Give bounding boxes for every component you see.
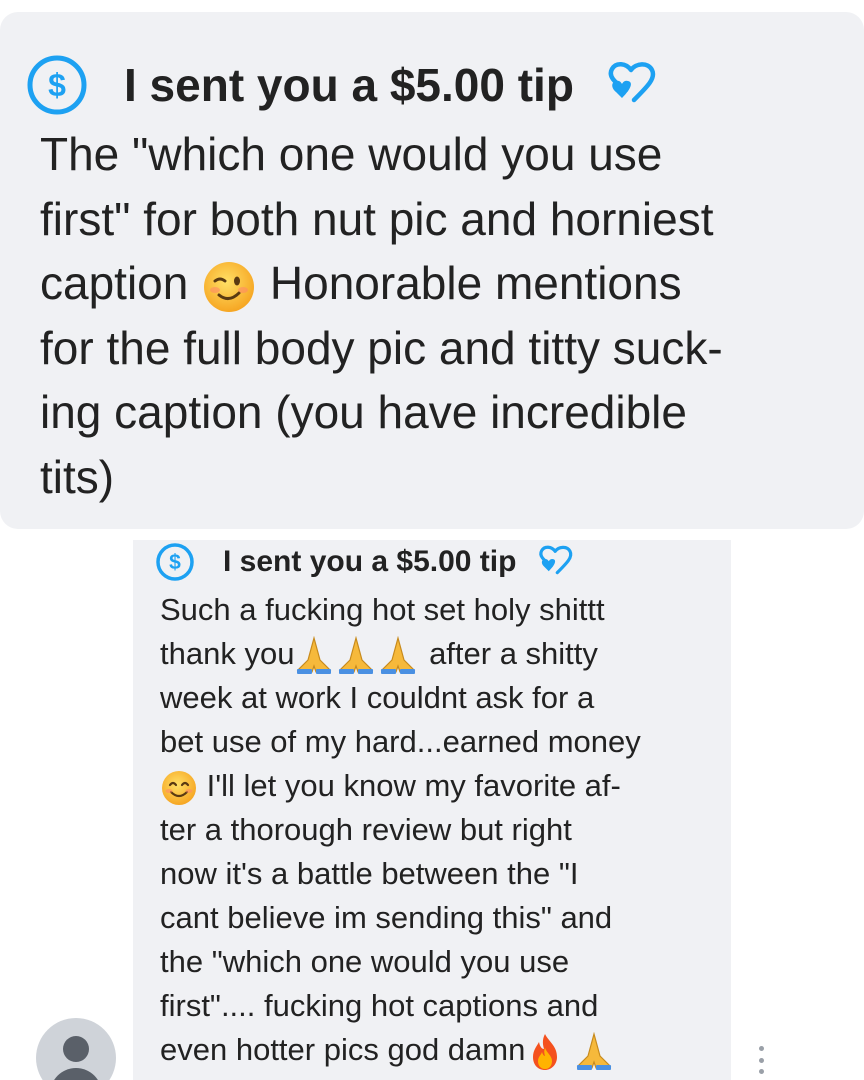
tip-label: I sent you a $5.00 tip <box>124 59 574 111</box>
user-silhouette-icon <box>63 1036 89 1062</box>
avatar[interactable] <box>36 1018 116 1080</box>
smiling-face-emoji-icon <box>160 769 198 807</box>
more-options-icon[interactable] <box>754 1046 768 1074</box>
folded-hands-emoji-icon <box>294 635 420 676</box>
heart-outline-icon[interactable] <box>604 60 666 110</box>
message-bubble[interactable]: $ I sent you a $5.00 tip The "which one … <box>0 12 864 529</box>
dollar-circle-icon: $ <box>26 54 88 116</box>
winking-face-emoji-icon <box>201 259 257 315</box>
message-text: Such a fucking hot set holy shittt thank… <box>160 588 725 1072</box>
heart-outline-icon[interactable] <box>536 544 580 580</box>
tip-label: I sent you a $5.00 tip <box>223 545 517 578</box>
dollar-circle-icon: $ <box>155 542 195 582</box>
svg-text:$: $ <box>48 67 66 103</box>
tip-header: $ I sent you a $5.00 tip <box>155 542 580 582</box>
tip-header: $ I sent you a $5.00 tip <box>26 54 666 116</box>
chat-screen: $ I sent you a $5.00 tip The "which one … <box>0 0 864 1080</box>
message-bubble[interactable]: $ I sent you a $5.00 tip Such a fucking … <box>133 540 731 1080</box>
message-text: The "which one would you use first" for … <box>40 128 723 503</box>
folded-hands-emoji-icon <box>574 1031 614 1072</box>
fire-emoji-icon <box>525 1032 565 1072</box>
svg-text:$: $ <box>169 551 181 574</box>
